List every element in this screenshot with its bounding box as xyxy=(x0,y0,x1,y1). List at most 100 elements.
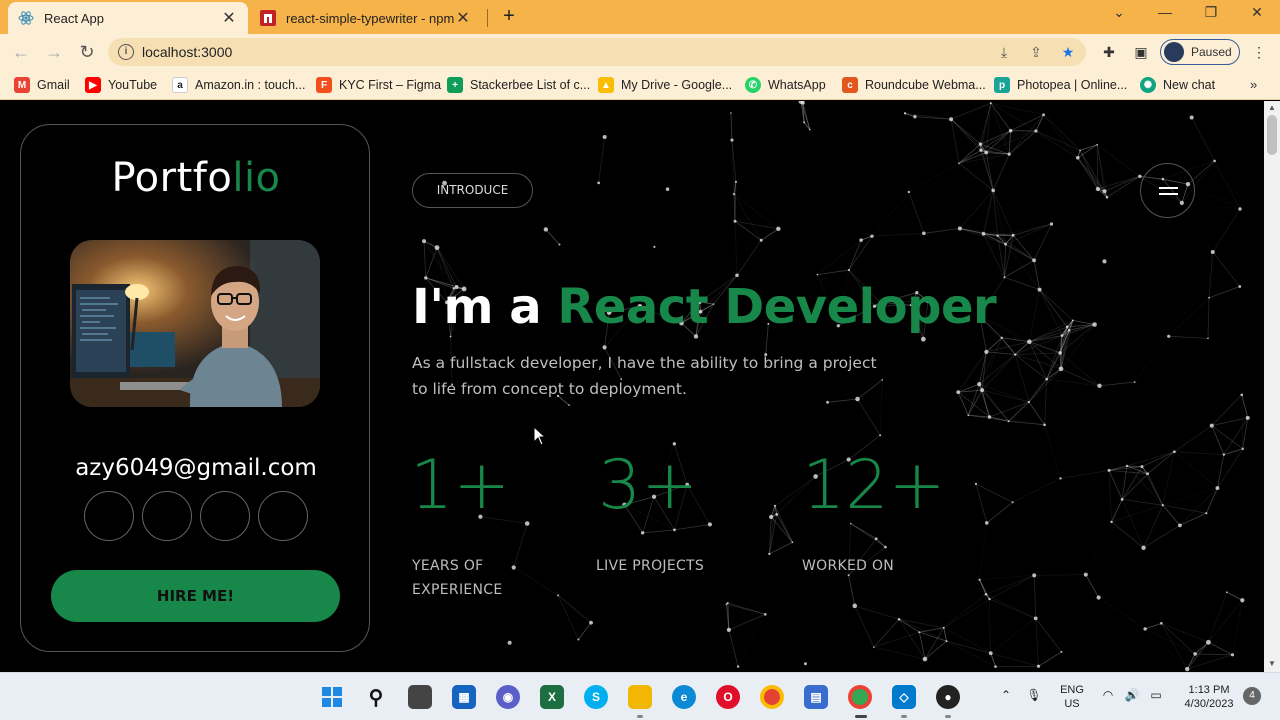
bookmark-roundcube[interactable]: c Roundcube Webma... xyxy=(842,77,986,93)
stat-value: 1+ xyxy=(410,446,511,525)
social-link-4-icon[interactable] xyxy=(258,491,308,541)
widgets-icon[interactable]: ▦ xyxy=(452,685,476,709)
profile-card: Portfolio azy6049@gmail.com HIRE ME! xyxy=(20,124,370,652)
excel-icon[interactable]: X xyxy=(540,685,564,709)
reload-icon[interactable]: ↻ xyxy=(76,41,98,63)
opera-icon[interactable]: O xyxy=(716,685,740,709)
show-hidden-icons-icon[interactable]: ⌃ xyxy=(998,688,1014,704)
side-panel-icon[interactable]: ▣ xyxy=(1132,43,1150,61)
tab-strip: React App ✕ react-simple-typewriter - np… xyxy=(0,0,1280,34)
profile-photo xyxy=(70,240,320,407)
share-icon[interactable]: ⇪ xyxy=(1028,44,1044,60)
drive-icon: ▲ xyxy=(598,77,614,93)
bookmark-label: Stackerbee List of c... xyxy=(470,78,591,92)
site-info-icon[interactable]: i xyxy=(118,44,134,60)
language-code: ENG xyxy=(1060,684,1084,696)
hire-me-button[interactable]: HIRE ME! xyxy=(51,570,340,622)
language-indicator[interactable]: ENG US xyxy=(1056,683,1088,711)
wifi-icon[interactable]: ◠ xyxy=(1100,688,1116,704)
bookmark-star-icon[interactable]: ★ xyxy=(1060,44,1076,60)
headline-role: React Developer xyxy=(557,279,997,335)
scroll-down-icon[interactable]: ▼ xyxy=(1264,659,1280,668)
stat-label: LIVE PROJECTS xyxy=(596,554,704,578)
chrome-profile-icon[interactable] xyxy=(848,685,872,709)
bookmark-photopea[interactable]: p Photopea | Online... xyxy=(994,77,1127,93)
vscode-icon[interactable]: ◇ xyxy=(892,685,916,709)
site-logo[interactable]: Portfolio xyxy=(21,155,371,201)
scrollbar-thumb[interactable] xyxy=(1267,115,1277,155)
minimize-icon[interactable]: — xyxy=(1150,4,1180,20)
profile-status: Paused xyxy=(1191,45,1232,59)
search-icon[interactable]: ⚲ xyxy=(364,685,388,709)
chatgpt-icon: ✺ xyxy=(1140,77,1156,93)
edge-icon[interactable]: e xyxy=(672,685,696,709)
bookmark-new-chat[interactable]: ✺ New chat xyxy=(1140,77,1215,93)
bookmark-drive[interactable]: ▲ My Drive - Google... xyxy=(598,77,732,93)
notification-badge[interactable]: 4 xyxy=(1243,687,1261,705)
social-link-2-icon[interactable] xyxy=(142,491,192,541)
obs-icon[interactable]: ● xyxy=(936,685,960,709)
profile-button[interactable]: Paused xyxy=(1160,39,1240,65)
bookmark-label: WhatsApp xyxy=(768,78,826,92)
restore-icon[interactable]: ❐ xyxy=(1196,4,1226,21)
chat-icon[interactable]: ◉ xyxy=(496,685,520,709)
tab-npm[interactable]: react-simple-typewriter - npm ✕ xyxy=(250,2,482,34)
extensions-icon[interactable]: ✚ xyxy=(1100,43,1118,61)
close-tab-icon[interactable]: ✕ xyxy=(454,8,472,28)
scroll-up-icon[interactable]: ▲ xyxy=(1264,103,1280,112)
start-icon[interactable] xyxy=(320,685,344,709)
more-menu-icon[interactable]: ⋮ xyxy=(1250,43,1268,61)
close-tab-icon[interactable]: ✕ xyxy=(220,8,238,28)
amazon-icon: a xyxy=(172,77,188,93)
close-window-icon[interactable]: ✕ xyxy=(1242,4,1272,21)
volume-icon[interactable]: 🔊 xyxy=(1124,688,1140,704)
hero-description: As a fullstack developer, I have the abi… xyxy=(412,354,877,398)
clock[interactable]: 1:13 PM 4/30/2023 xyxy=(1178,683,1240,711)
social-link-3-icon[interactable] xyxy=(200,491,250,541)
bookmarks-bar: M Gmail ▶ YouTube a Amazon.in : touch... FK… xyxy=(0,70,1280,100)
bookmark-label: Roundcube Webma... xyxy=(865,78,986,92)
new-tab-icon[interactable]: + xyxy=(498,6,520,28)
social-link-1-icon[interactable] xyxy=(84,491,134,541)
page-scrollbar[interactable]: ▲ ▼ xyxy=(1264,101,1280,672)
contact-email[interactable]: azy6049@gmail.com xyxy=(21,455,371,481)
roundcube-icon: c xyxy=(842,77,858,93)
bookmark-label: Amazon.in : touch... xyxy=(195,78,306,92)
tab-react-app[interactable]: React App ✕ xyxy=(8,2,248,34)
photopea-icon: p xyxy=(994,77,1010,93)
bookmark-youtube[interactable]: ▶ YouTube xyxy=(85,77,157,93)
battery-icon[interactable]: ▭ xyxy=(1148,688,1164,704)
bookmark-label: KYC First – Figma xyxy=(339,78,442,92)
introduce-badge: INTRODUCE xyxy=(412,173,533,208)
stat-label-line: WORKED ON xyxy=(802,558,895,574)
youtube-icon: ▶ xyxy=(85,77,101,93)
stat-label-line: EXPERIENCE xyxy=(412,582,503,598)
skype-icon[interactable]: S xyxy=(584,685,608,709)
stat-label: YEARS OF EXPERIENCE xyxy=(412,554,503,602)
task-view-icon[interactable] xyxy=(408,685,432,709)
chrome-icon[interactable] xyxy=(760,685,784,709)
back-icon[interactable]: ← xyxy=(10,41,32,63)
stat-label-line: YEARS OF xyxy=(412,558,484,574)
store-icon[interactable]: ▤ xyxy=(804,685,828,709)
browser-toolbar: ← → ↻ i localhost:3000 ⤓ ⇪ ★ ✚ ▣ Paused … xyxy=(0,34,1280,70)
bookmark-amazon[interactable]: a Amazon.in : touch... xyxy=(172,77,305,93)
active-indicator xyxy=(855,715,867,718)
bookmark-label: New chat xyxy=(1163,78,1216,92)
bookmark-gmail[interactable]: M Gmail xyxy=(14,77,70,93)
bookmark-stackerbee[interactable]: + Stackerbee List of c... xyxy=(447,77,590,93)
tab-search-icon[interactable]: ⌄ xyxy=(1104,4,1134,21)
menu-toggle-button[interactable] xyxy=(1140,163,1195,218)
microphone-icon[interactable]: 🎙 xyxy=(1026,688,1042,704)
file-explorer-icon[interactable] xyxy=(628,685,652,709)
headline-prefix: I'm a xyxy=(412,279,558,335)
bookmark-label: My Drive - Google... xyxy=(621,78,733,92)
avatar xyxy=(1164,42,1184,62)
bookmark-figma[interactable]: F KYC First – Figma xyxy=(316,77,441,93)
address-bar[interactable]: i localhost:3000 ⤓ ⇪ ★ xyxy=(108,38,1086,66)
forward-icon[interactable]: → xyxy=(43,41,65,63)
install-icon[interactable]: ⤓ xyxy=(996,44,1012,60)
url-text[interactable]: localhost:3000 xyxy=(142,44,232,60)
bookmark-whatsapp[interactable]: ✆ WhatsApp xyxy=(745,77,826,93)
more-bookmarks-icon[interactable]: » xyxy=(1250,77,1257,92)
